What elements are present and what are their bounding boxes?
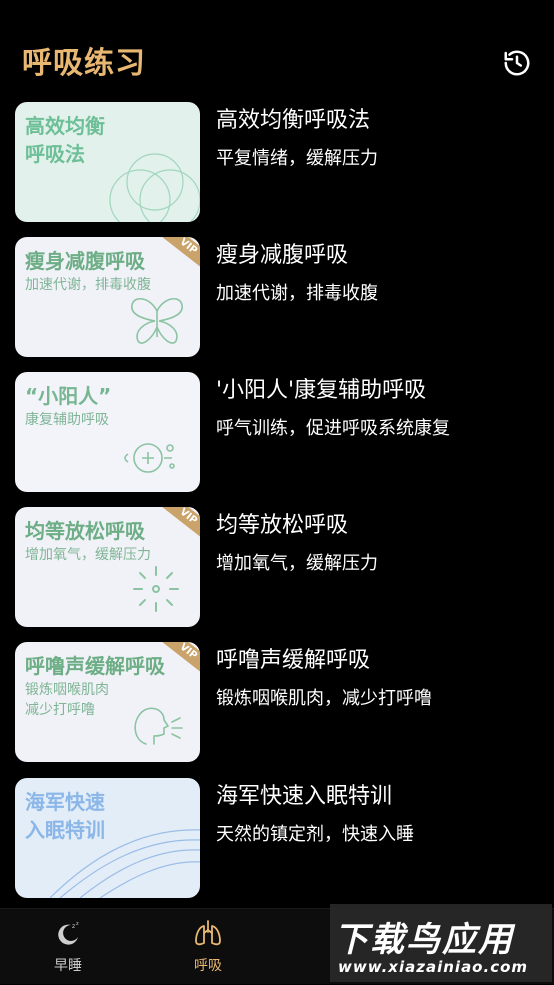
tab-breathing[interactable]: 呼吸 bbox=[168, 909, 248, 985]
exercise-subtitle: 天然的镇定剂，快速入睡 bbox=[216, 824, 414, 845]
exercise-subtitle: 加速代谢，排毒收腹 bbox=[216, 283, 378, 304]
exercise-title: 海军快速入眠特训 bbox=[216, 784, 393, 809]
svg-text:z: z bbox=[76, 921, 79, 927]
exercise-title: 均等放松呼吸 bbox=[216, 513, 349, 538]
exercise-card[interactable]: 海军快速 入眠特训 bbox=[15, 778, 200, 898]
history-button[interactable] bbox=[500, 46, 534, 80]
card-title: 呼噜声缓解呼吸 bbox=[25, 654, 165, 678]
exercise-subtitle: 增加氧气，缓解压力 bbox=[216, 553, 378, 574]
exercise-info: 均等放松呼吸 增加氧气，缓解压力 bbox=[216, 507, 546, 577]
exercise-card[interactable]: 瘦身减腹呼吸 加速代谢，排毒收腹 VIP bbox=[15, 237, 200, 357]
card-subtitle: 康复辅助呼吸 bbox=[25, 412, 109, 428]
exercise-title: 瘦身减腹呼吸 bbox=[216, 243, 349, 268]
watermark-logo: 下载鸟应用 bbox=[334, 920, 514, 960]
card-subtitle: 锻炼咽喉肌肉 减少打呼噜 bbox=[25, 682, 109, 718]
exercise-subtitle: 锻炼咽喉肌肉，减少打呼噜 bbox=[216, 688, 432, 709]
history-icon bbox=[504, 50, 530, 76]
exercise-info: 瘦身减腹呼吸 加速代谢，排毒收腹 bbox=[216, 237, 546, 307]
virus-shield-icon bbox=[124, 443, 175, 473]
exercise-row-navy-sleep[interactable]: 海军快速 入眠特训 海军快速入眠特训 天然的镇定剂，快速入睡 bbox=[0, 778, 554, 900]
vip-badge: VIP bbox=[159, 642, 200, 677]
card-title: 均等放松呼吸 bbox=[25, 519, 145, 543]
header: 呼吸练习 bbox=[0, 0, 554, 100]
page-title: 呼吸练习 bbox=[22, 46, 146, 81]
exercise-info: 呼噜声缓解呼吸 锻炼咽喉肌肉，减少打呼噜 bbox=[216, 642, 546, 712]
exercise-subtitle: 呼气训练，促进呼吸系统康复 bbox=[216, 418, 450, 439]
exercise-info: '小阳人'康复辅助呼吸 呼气训练，促进呼吸系统康复 bbox=[216, 372, 546, 442]
watermark: 下载鸟应用 www.xiazainiao.com bbox=[330, 904, 552, 982]
butterfly-icon bbox=[131, 298, 183, 344]
exercise-row-relax[interactable]: 均等放松呼吸 增加氧气，缓解压力 VIP 均等放松呼吸 增加氧气，缓解压力 bbox=[0, 507, 554, 629]
lungs-icon bbox=[192, 917, 224, 949]
tab-label: 早睡 bbox=[54, 958, 82, 974]
exercise-title: '小阳人'康复辅助呼吸 bbox=[216, 378, 427, 403]
exercise-title: 呼噜声缓解呼吸 bbox=[216, 648, 371, 673]
exercise-subtitle: 平复情绪，缓解压力 bbox=[216, 148, 378, 169]
tab-early-sleep[interactable]: z z 早睡 bbox=[28, 909, 108, 985]
watermark-url: www.xiazainiao.com bbox=[338, 958, 529, 976]
exercise-card[interactable]: “小阳人” 康复辅助呼吸 bbox=[15, 372, 200, 492]
svg-text:z: z bbox=[72, 923, 75, 930]
vip-badge: VIP bbox=[159, 237, 200, 272]
exercise-card[interactable]: 均等放松呼吸 增加氧气，缓解压力 VIP bbox=[15, 507, 200, 627]
exercise-row-balanced[interactable]: 高效均衡 呼吸法 高效均衡呼吸法 平复情绪，缓解压力 bbox=[0, 102, 554, 224]
circles-art-icon bbox=[109, 153, 200, 222]
card-title: 瘦身减腹呼吸 bbox=[25, 249, 145, 273]
exercise-row-recovery[interactable]: “小阳人” 康复辅助呼吸 '小阳人'康复辅助呼吸 呼气训练，促进呼吸系统康复 bbox=[0, 372, 554, 494]
exercise-row-snoring[interactable]: 呼噜声缓解呼吸 锻炼咽喉肌肉 减少打呼噜 VIP 呼噜声缓解呼吸 锻炼咽喉肌肉，… bbox=[0, 642, 554, 764]
exercise-title: 高效均衡呼吸法 bbox=[216, 108, 371, 133]
sun-rays-icon bbox=[133, 566, 179, 612]
card-title: 高效均衡 呼吸法 bbox=[25, 114, 105, 166]
tab-label: 呼吸 bbox=[194, 958, 222, 974]
exercise-card[interactable]: 呼噜声缓解呼吸 锻炼咽喉肌肉 减少打呼噜 VIP bbox=[15, 642, 200, 762]
exercise-row-slimming[interactable]: 瘦身减腹呼吸 加速代谢，排毒收腹 VIP 瘦身减腹呼吸 加速代谢，排毒收腹 bbox=[0, 237, 554, 359]
exercise-info: 海军快速入眠特训 天然的镇定剂，快速入睡 bbox=[216, 778, 546, 848]
wave-lines-icon bbox=[50, 829, 200, 898]
face-breath-icon bbox=[134, 707, 183, 745]
vip-badge: VIP bbox=[159, 507, 200, 542]
exercise-card[interactable]: 高效均衡 呼吸法 bbox=[15, 102, 200, 222]
moon-icon: z z bbox=[52, 917, 84, 949]
exercise-info: 高效均衡呼吸法 平复情绪，缓解压力 bbox=[216, 102, 546, 172]
card-title: “小阳人” bbox=[25, 384, 112, 408]
